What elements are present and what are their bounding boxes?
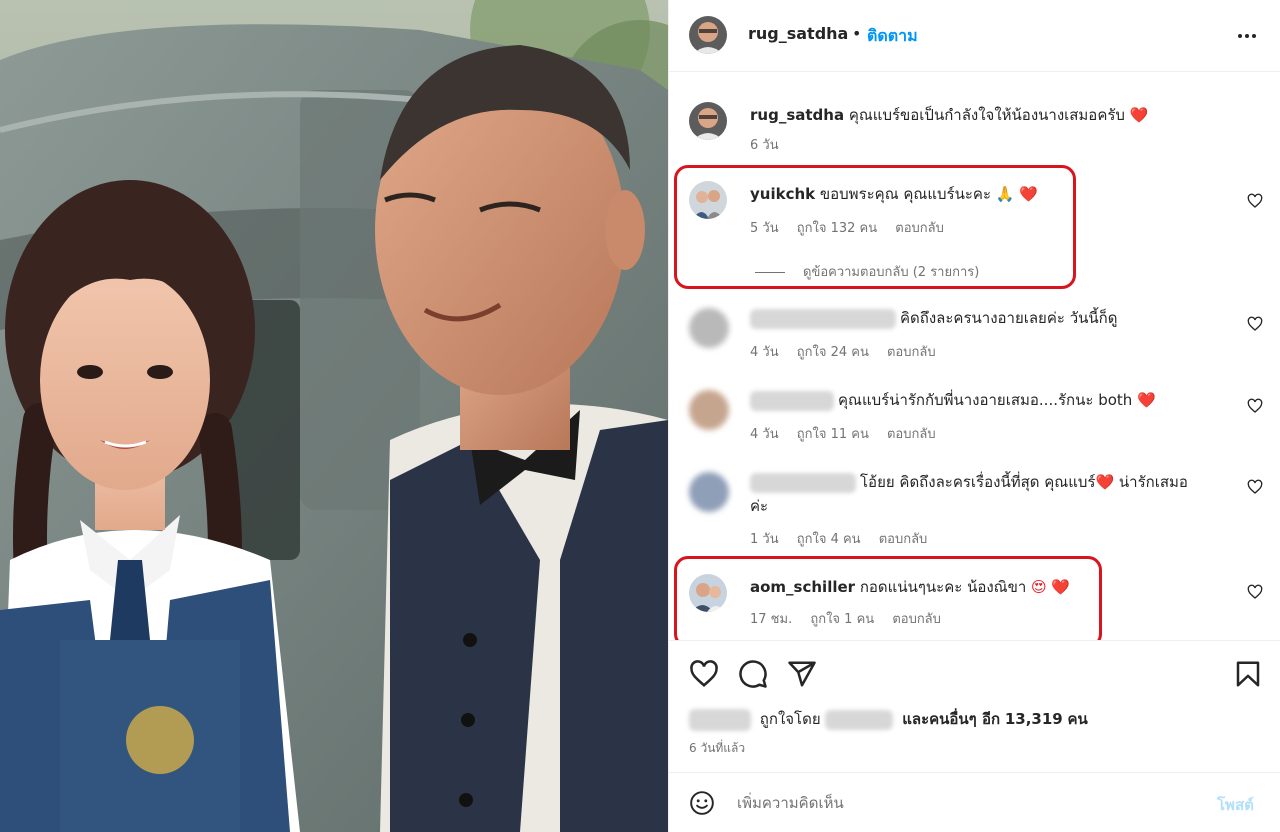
- commenter-avatar[interactable]: [689, 574, 727, 612]
- comment-time: 4 วัน: [750, 345, 779, 360]
- bookmark-icon[interactable]: [1233, 659, 1263, 689]
- comment-username[interactable]: aom_schiller: [750, 578, 855, 596]
- caption-time: 6 วัน: [750, 138, 779, 153]
- comment-body: คิดถึงละครนางอายเลยค่ะ วันนี้ก็ดู: [900, 309, 1118, 327]
- liker-avatars-blurred[interactable]: [689, 708, 751, 731]
- comment-time: 4 วัน: [750, 427, 779, 442]
- comment-emoji: 😍 ❤️: [1031, 578, 1071, 596]
- comment-emoji: ❤️: [1095, 473, 1115, 491]
- liked-by-prefix: ถูกใจโดย: [759, 710, 821, 728]
- commenter-avatar[interactable]: [689, 390, 729, 430]
- post-comment-button[interactable]: โพสต์: [1217, 793, 1254, 817]
- reply-button[interactable]: ตอบกลับ: [887, 427, 936, 442]
- comment-item: คุณแบร์น่ารักกับพี่นางอายเสมอ....รักนะ b…: [669, 386, 1280, 450]
- author-avatar[interactable]: [689, 16, 727, 54]
- comment-body: คุณแบร์น่ารักกับพี่นางอายเสมอ....รักนะ b…: [838, 391, 1138, 409]
- like-comment-heart-icon[interactable]: [1247, 398, 1263, 414]
- comment-time: 17 ชม.: [750, 612, 793, 627]
- post-time-ago: 6 วันที่แล้ว: [689, 741, 746, 755]
- comment-username-blurred[interactable]: [750, 308, 896, 329]
- follow-button[interactable]: ติดตาม: [867, 24, 918, 49]
- reply-button[interactable]: ตอบกลับ: [879, 532, 928, 547]
- like-comment-heart-icon[interactable]: [1247, 193, 1263, 209]
- comment-username[interactable]: yuikchk: [750, 185, 815, 203]
- add-comment-bar: โพสต์: [669, 772, 1280, 832]
- caption: rug_satdha คุณแบร์ขอเป็นกำลังใจให้น้องนา…: [669, 98, 1280, 158]
- share-icon[interactable]: [787, 659, 817, 689]
- post-detail-panel: rug_satdha • ติดตาม rug_satdha คุณแบร์ขอ…: [668, 0, 1280, 832]
- comment-item: aom_schiller กอดแน่นๆนะคะ น้องณิขา 😍 ❤️ …: [669, 570, 1280, 634]
- comments-list[interactable]: rug_satdha คุณแบร์ขอเป็นกำลังใจให้น้องนา…: [669, 72, 1280, 640]
- like-summary[interactable]: ถูกใจโดย และคนอื่นๆ อีก 13,319 คน: [689, 707, 1088, 731]
- comment-meta: 4 วัน ถูกใจ 24 คน ตอบกลับ: [750, 341, 950, 362]
- comment-meta: 17 ชม. ถูกใจ 1 คน ตอบกลับ: [750, 608, 955, 629]
- commenter-avatar[interactable]: [689, 472, 729, 512]
- comment-likes[interactable]: ถูกใจ 11 คน: [797, 427, 869, 442]
- comment-likes[interactable]: ถูกใจ 132 คน: [797, 221, 877, 236]
- liked-by-suffix[interactable]: และคนอื่นๆ อีก: [902, 710, 1000, 728]
- caption-username[interactable]: rug_satdha: [750, 106, 844, 124]
- comment-body: กอดแน่นๆนะคะ น้องณิขา: [855, 578, 1032, 596]
- comment-item: โอ้ยย คิดถึงละครเรื่องนี้ที่สุด คุณแบร์❤…: [669, 468, 1280, 552]
- view-replies-line: [755, 272, 785, 273]
- comment-likes[interactable]: ถูกใจ 1 คน: [810, 612, 874, 627]
- caption-avatar[interactable]: [689, 102, 727, 140]
- commenter-avatar[interactable]: [689, 181, 727, 219]
- post-header: rug_satdha • ติดตาม: [669, 0, 1280, 72]
- like-comment-heart-icon[interactable]: [1247, 316, 1263, 332]
- post-image[interactable]: [0, 0, 668, 832]
- comment-icon[interactable]: [738, 659, 768, 689]
- reply-button[interactable]: ตอบกลับ: [895, 221, 944, 236]
- post-actions: ถูกใจโดย และคนอื่นๆ อีก 13,319 คน 6 วันท…: [669, 640, 1280, 790]
- view-replies-button[interactable]: ดูข้อความตอบกลับ (2 รายการ): [755, 261, 979, 282]
- reply-button[interactable]: ตอบกลับ: [887, 345, 936, 360]
- like-comment-heart-icon[interactable]: [1247, 584, 1263, 600]
- comment-username-blurred[interactable]: [750, 390, 834, 411]
- caption-body: คุณแบร์ขอเป็นกำลังใจให้น้องนางเสมอครับ: [844, 106, 1125, 124]
- liker-name-blurred[interactable]: [825, 709, 894, 730]
- comment-text: คุณแบร์น่ารักกับพี่นางอายเสมอ....รักนะ b…: [750, 388, 1156, 412]
- comment-likes[interactable]: ถูกใจ 4 คน: [797, 532, 861, 547]
- view-replies-label: ดูข้อความตอบกลับ (2 รายการ): [803, 265, 980, 280]
- like-count[interactable]: 13,319: [1005, 710, 1063, 728]
- commenter-avatar[interactable]: [689, 308, 729, 348]
- comment-text: โอ้ยย คิดถึงละครเรื่องนี้ที่สุด คุณแบร์❤…: [750, 470, 1190, 518]
- emoji-icon[interactable]: [689, 790, 715, 816]
- comment-text: คิดถึงละครนางอายเลยค่ะ วันนี้ก็ดู: [750, 306, 1117, 330]
- post-photo-illustration: [0, 0, 668, 832]
- comment-emoji: ❤️: [1137, 391, 1156, 409]
- comment-emoji: 🙏 ❤️: [995, 185, 1038, 203]
- comment-meta: 1 วัน ถูกใจ 4 คน ตอบกลับ: [750, 528, 941, 549]
- more-horizontal-icon[interactable]: [1235, 24, 1259, 48]
- like-comment-heart-icon[interactable]: [1247, 479, 1263, 495]
- comment-item: คิดถึงละครนางอายเลยค่ะ วันนี้ก็ดู 4 วัน …: [669, 304, 1280, 368]
- comment-meta: 5 วัน ถูกใจ 132 คน ตอบกลับ: [750, 217, 958, 238]
- comment-text: aom_schiller กอดแน่นๆนะคะ น้องณิขา 😍 ❤️: [750, 575, 1070, 599]
- reply-button[interactable]: ตอบกลับ: [892, 612, 941, 627]
- caption-meta: 6 วัน: [750, 134, 793, 155]
- comment-body: ขอบพระคุณ คุณแบร์นะคะ: [815, 185, 996, 203]
- comment-time: 5 วัน: [750, 221, 779, 236]
- comment-body: โอ้ยย คิดถึงละครเรื่องนี้ที่สุด คุณแบร์: [860, 473, 1096, 491]
- header-separator: •: [852, 24, 862, 43]
- comment-meta: 4 วัน ถูกใจ 11 คน ตอบกลับ: [750, 423, 950, 444]
- comment-likes[interactable]: ถูกใจ 24 คน: [797, 345, 869, 360]
- author-username[interactable]: rug_satdha: [748, 24, 848, 43]
- heart-icon[interactable]: [689, 659, 719, 689]
- comment-time: 1 วัน: [750, 532, 779, 547]
- comment-input[interactable]: [737, 789, 1177, 817]
- comment-item: yuikchk ขอบพระคุณ คุณแบร์นะคะ 🙏 ❤️ 5 วัน…: [669, 177, 1280, 287]
- caption-emoji: ❤️: [1129, 106, 1149, 124]
- like-unit[interactable]: คน: [1068, 710, 1088, 728]
- comment-text: yuikchk ขอบพระคุณ คุณแบร์นะคะ 🙏 ❤️: [750, 182, 1038, 206]
- comment-username-blurred[interactable]: [750, 472, 856, 493]
- caption-text: rug_satdha คุณแบร์ขอเป็นกำลังใจให้น้องนา…: [750, 103, 1148, 127]
